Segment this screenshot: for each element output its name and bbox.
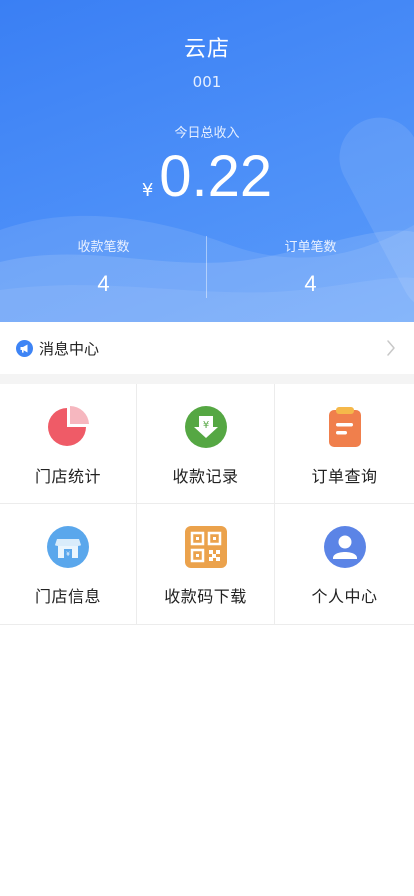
summary-header: 云店 001 今日总收入 ¥0.22 收款笔数 4 订单笔数 4 [0, 0, 414, 322]
grid-item-qr-download[interactable]: 收款码下载 [137, 504, 275, 624]
money-download-icon: ¥ [184, 405, 228, 449]
app-home-page: 云店 001 今日总收入 ¥0.22 收款笔数 4 订单笔数 4 消息中心 门店… [0, 0, 414, 896]
grid-item-label: 订单查询 [311, 467, 378, 486]
section-gap [0, 374, 414, 384]
grid-item-payment-records[interactable]: ¥ 收款记录 [137, 384, 275, 504]
payment-count-value: 4 [97, 271, 110, 296]
grid-item-store-info[interactable]: ¥ 门店信息 [0, 504, 137, 624]
income-amount: 0.22 [159, 144, 273, 209]
payment-count-label: 收款笔数 [77, 240, 130, 255]
order-count-value: 4 [304, 271, 317, 296]
svg-text:¥: ¥ [66, 551, 70, 558]
qr-code-icon [184, 525, 228, 569]
order-count-label: 订单笔数 [284, 240, 337, 255]
currency-symbol: ¥ [141, 180, 154, 201]
grid-item-label: 门店统计 [34, 467, 101, 486]
store-code: 001 [192, 73, 222, 91]
message-center-label: 消息中心 [39, 339, 100, 358]
income-amount-row: ¥0.22 [0, 145, 414, 209]
megaphone-icon [16, 339, 33, 357]
income-label: 今日总收入 [174, 126, 240, 141]
user-icon [323, 525, 367, 569]
store-name: 云店 [183, 37, 230, 62]
payment-count-stat: 收款笔数 4 [0, 236, 207, 297]
clipboard-icon [323, 405, 367, 449]
svg-text:¥: ¥ [202, 420, 208, 431]
grid-item-label: 门店信息 [34, 587, 101, 606]
chevron-right-icon [387, 340, 395, 356]
grid-item-order-query[interactable]: 订单查询 [275, 384, 414, 504]
pie-chart-icon [46, 405, 90, 449]
grid-item-personal-center[interactable]: 个人中心 [275, 504, 414, 624]
grid-item-label: 收款码下载 [164, 587, 247, 606]
function-grid: 门店统计 ¥ 收款记录 订单查询 ¥ 门店信息 收款码下载 个人中心 [0, 384, 414, 625]
grid-item-label: 收款记录 [172, 467, 239, 486]
order-count-stat: 订单笔数 4 [207, 236, 414, 297]
storefront-icon: ¥ [46, 525, 90, 569]
grid-item-store-stats[interactable]: 门店统计 [0, 384, 137, 504]
message-center-row[interactable]: 消息中心 [0, 322, 414, 374]
grid-item-label: 个人中心 [311, 587, 378, 606]
